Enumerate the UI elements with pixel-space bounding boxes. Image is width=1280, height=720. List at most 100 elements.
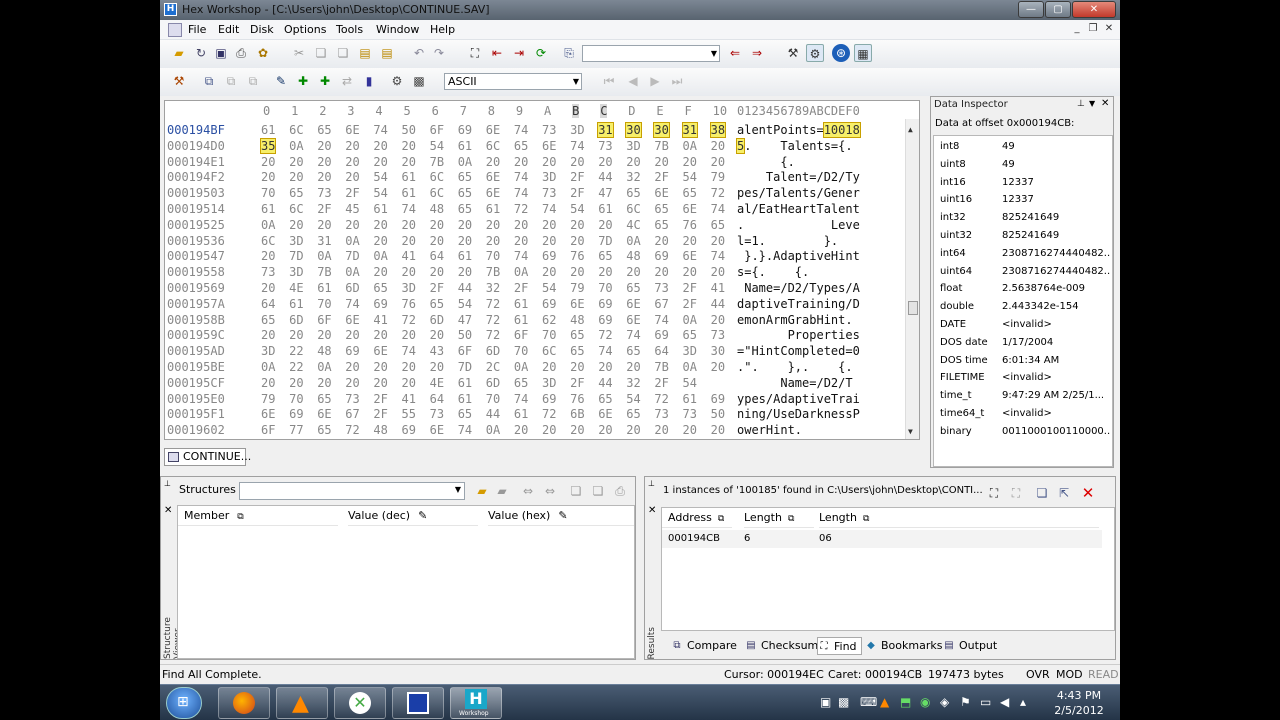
structure-icon[interactable]: ⚙ xyxy=(806,44,824,62)
edit-pencil-icon[interactable]: ✎ xyxy=(558,509,567,522)
hex-byte[interactable]: 65 xyxy=(317,123,331,137)
hex-byte[interactable]: 69 xyxy=(458,123,472,137)
hex-byte[interactable]: 20 xyxy=(430,218,444,232)
tray-vlc-icon[interactable]: ▲ xyxy=(880,695,889,709)
hex-byte[interactable]: 69 xyxy=(289,407,303,421)
hex-byte[interactable]: 4E xyxy=(289,281,303,295)
hex-byte[interactable]: 61 xyxy=(514,313,528,327)
hex-byte[interactable]: 20 xyxy=(430,360,444,374)
hex-row[interactable]: 0001957A 64 61 70 74 69 76 65 54 72 61 69 6E 69 6E 67 2F… xyxy=(165,297,905,313)
hex-byte[interactable]: 6D xyxy=(486,344,500,358)
hex-byte[interactable]: 69 xyxy=(654,249,668,263)
redo-icon[interactable]: ↷ xyxy=(430,44,448,62)
hex-byte[interactable]: 20 xyxy=(654,155,668,169)
hex-byte[interactable]: 20 xyxy=(570,265,584,279)
hex-byte[interactable]: 0A xyxy=(683,360,697,374)
hex-byte[interactable]: 20 xyxy=(654,234,668,248)
scroll-thumb[interactable] xyxy=(908,301,918,315)
hex-row[interactable]: 000195AD 3D 22 48 69 6E 74 43 6F 6D 70 6C 65 74 65 64 3D… xyxy=(165,344,905,360)
tab-output[interactable]: ▤ Output xyxy=(943,637,997,655)
hex-byte[interactable]: 61 xyxy=(458,392,472,406)
hex-byte[interactable]: 65 xyxy=(626,407,640,421)
prev-icon[interactable]: ◀ xyxy=(624,72,642,90)
hex-byte[interactable]: 61 xyxy=(317,281,331,295)
hex-byte[interactable]: 31 xyxy=(681,122,698,138)
hex-byte[interactable]: 20 xyxy=(458,218,472,232)
hex-byte[interactable]: 6E xyxy=(570,297,584,311)
length2-column-header[interactable]: Length ⧉ xyxy=(819,508,1099,528)
hex-byte[interactable]: 73 xyxy=(430,407,444,421)
tray-expand-icon[interactable]: ▴ xyxy=(1020,695,1026,709)
hex-byte[interactable]: 20 xyxy=(345,139,359,153)
edit-pencil-icon[interactable]: ✎ xyxy=(418,509,427,522)
menu-window[interactable]: Window xyxy=(376,23,419,36)
row-ascii[interactable]: owerHint. xyxy=(737,423,802,437)
hex-byte[interactable]: 20 xyxy=(402,218,416,232)
hex-byte[interactable]: 74 xyxy=(402,202,416,216)
hex-byte[interactable]: 20 xyxy=(570,218,584,232)
structure-close-icon[interactable]: ✕ xyxy=(164,505,172,516)
close-structure-icon[interactable]: ▰ xyxy=(493,482,511,500)
hex-byte[interactable]: 6E xyxy=(261,407,275,421)
length2-sort-icon[interactable]: ⧉ xyxy=(863,514,869,524)
hex-byte[interactable]: 74 xyxy=(345,297,359,311)
hex-byte[interactable]: 74 xyxy=(458,423,472,437)
first-icon[interactable]: ⏮ xyxy=(600,72,618,90)
hex-byte[interactable]: 20 xyxy=(289,218,303,232)
hex-byte[interactable]: 20 xyxy=(317,218,331,232)
hex-byte[interactable]: 20 xyxy=(654,265,668,279)
hex-byte[interactable]: 30 xyxy=(653,122,670,138)
hex-byte[interactable]: 20 xyxy=(711,423,725,437)
hex-byte[interactable]: 79 xyxy=(711,170,725,184)
hex-byte[interactable]: 48 xyxy=(317,344,331,358)
hex-byte[interactable]: 61 xyxy=(402,186,416,200)
hex-row[interactable]: 00019536 6C 3D 31 0A 20 20 20 20 20 20 20 20 7D 0A 20 20… xyxy=(165,234,905,250)
address-sort-icon[interactable]: ⧉ xyxy=(718,514,724,524)
hex-byte[interactable]: 61 xyxy=(683,392,697,406)
hex-byte[interactable]: 3D xyxy=(289,234,303,248)
taskbar-xbox[interactable]: ✕ xyxy=(334,687,386,719)
row-ascii[interactable]: daptiveTraining/D xyxy=(737,297,860,311)
hex-byte[interactable]: 20 xyxy=(261,281,275,295)
row-ascii[interactable]: .". },. {. xyxy=(737,360,853,374)
row-ascii[interactable]: alentPoints=10018 xyxy=(737,122,861,138)
hex-byte[interactable]: 4E xyxy=(430,376,444,390)
hex-byte[interactable]: 20 xyxy=(598,218,612,232)
row-ascii[interactable]: l=1. }. xyxy=(737,234,838,248)
hex-byte[interactable]: 20 xyxy=(430,328,444,342)
hex-byte[interactable]: 20 xyxy=(711,265,725,279)
hex-byte[interactable]: 20 xyxy=(345,218,359,232)
hex-byte[interactable]: 20 xyxy=(430,265,444,279)
hex-byte[interactable]: 73 xyxy=(542,123,556,137)
hex-byte[interactable]: 7B xyxy=(654,360,668,374)
hex-byte[interactable]: 2F xyxy=(373,407,387,421)
hex-byte[interactable]: 20 xyxy=(261,328,275,342)
hex-byte[interactable]: 20 xyxy=(317,155,331,169)
hex-byte[interactable]: 74 xyxy=(514,392,528,406)
hex-byte[interactable]: 79 xyxy=(570,281,584,295)
scroll-down-icon[interactable]: ▼ xyxy=(908,427,913,436)
hex-byte[interactable]: 72 xyxy=(514,202,528,216)
hex-row[interactable]: 00019514 61 6C 2F 45 61 74 48 65 61 72 74 54 61 6C 65 6E… xyxy=(165,202,905,218)
checksum-icon[interactable]: ⊛ xyxy=(832,44,850,62)
find-icon[interactable]: ⛶ xyxy=(466,44,484,62)
hex-byte[interactable]: 54 xyxy=(373,186,387,200)
hex-byte[interactable]: 20 xyxy=(345,376,359,390)
hex-byte[interactable]: 0A xyxy=(261,218,275,232)
hex-byte[interactable]: 69 xyxy=(598,297,612,311)
export-results-icon[interactable]: ⇱ xyxy=(1055,484,1073,502)
hex-byte[interactable]: 20 xyxy=(626,360,640,374)
hex-byte[interactable]: 65 xyxy=(626,344,640,358)
hex-byte[interactable]: 20 xyxy=(683,234,697,248)
hex-byte[interactable]: 69 xyxy=(711,392,725,406)
hex-byte[interactable]: 6D xyxy=(345,281,359,295)
hex-byte[interactable]: 20 xyxy=(570,155,584,169)
hex-byte[interactable]: 70 xyxy=(542,328,556,342)
hex-byte[interactable]: 67 xyxy=(345,407,359,421)
save-icon[interactable]: ▣ xyxy=(212,44,230,62)
hex-byte[interactable]: 7B xyxy=(430,155,444,169)
hex-byte[interactable]: 20 xyxy=(542,360,556,374)
inspector-row[interactable]: int64 2308716274440482... xyxy=(934,245,1112,263)
hex-byte[interactable]: 74 xyxy=(542,202,556,216)
hex-byte[interactable]: 74 xyxy=(570,139,584,153)
